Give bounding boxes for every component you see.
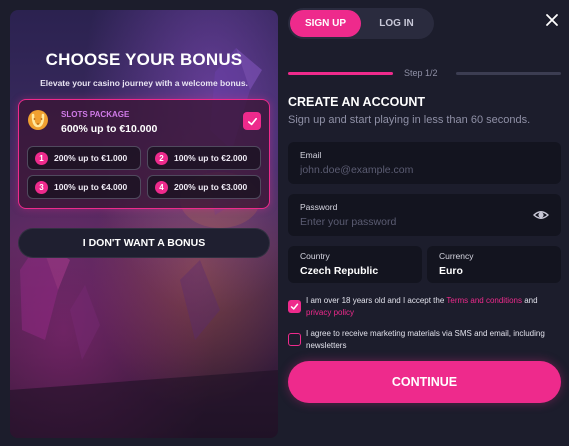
option-number-badge: 4: [155, 180, 168, 194]
age-terms-text-start: I am over 18 years old and I accept the: [306, 296, 447, 305]
currency-label: Currency: [439, 251, 474, 261]
email-input[interactable]: [300, 162, 540, 178]
tab-log-in[interactable]: LOG IN: [361, 10, 432, 37]
bonus-option-3: 3 100% up to €4.000: [27, 175, 141, 199]
option-number-badge: 3: [35, 180, 48, 194]
option-text: 200% up to €3.000: [174, 182, 248, 192]
crystal-background-art: [10, 48, 278, 438]
eye-icon[interactable]: [533, 207, 549, 223]
password-input[interactable]: [300, 214, 520, 230]
password-label: Password: [300, 202, 338, 212]
form-subtitle: Sign up and start playing in less than 6…: [288, 114, 531, 126]
check-icon: [247, 117, 257, 125]
marketing-consent-text: I agree to receive marketing materials v…: [306, 329, 545, 350]
option-text: 100% up to €4.000: [54, 182, 128, 192]
bonus-option-4: 4 200% up to €3.000: [147, 175, 261, 199]
privacy-policy-link[interactable]: privacy policy: [306, 308, 354, 317]
close-icon[interactable]: [545, 13, 559, 27]
bonus-subtitle: Elevate your casino journey with a welco…: [40, 78, 248, 88]
password-field: Password: [288, 194, 561, 236]
option-number-badge: 1: [35, 151, 48, 165]
step-indicator: Step 1/2: [404, 68, 438, 78]
step-progress-complete: [288, 72, 393, 75]
form-title: CREATE AN ACCOUNT: [288, 95, 426, 109]
option-text: 200% up to €1.000: [54, 153, 128, 163]
terms-and-conditions-link[interactable]: Terms and conditions: [446, 296, 522, 305]
auth-tabs: SIGN UP LOG IN: [288, 8, 434, 39]
package-selected-checkbox[interactable]: [243, 112, 261, 130]
bonus-option-2: 2 100% up to €2.000: [147, 146, 261, 170]
slots-package-card[interactable]: SLOTS PACKAGE 600% up to €10.000 1 200% …: [18, 99, 270, 209]
bonus-option-1: 1 200% up to €1.000: [27, 146, 141, 170]
bonus-title: CHOOSE YOUR BONUS: [45, 50, 243, 69]
currency-value: Euro: [439, 265, 463, 277]
check-icon: [290, 303, 299, 310]
age-terms-text: I am over 18 years old and I accept the …: [306, 295, 562, 318]
email-label: Email: [300, 150, 322, 160]
currency-select[interactable]: Currency Euro: [427, 246, 561, 283]
country-value: Czech Republic: [300, 265, 379, 277]
option-text: 100% up to €2.000: [174, 153, 248, 163]
age-terms-checkbox[interactable]: [288, 300, 301, 313]
email-field: Email: [288, 142, 561, 184]
continue-button[interactable]: CONTINUE: [288, 361, 561, 403]
marketing-checkbox[interactable]: [288, 333, 301, 346]
no-bonus-button[interactable]: I DON'T WANT A BONUS: [18, 228, 270, 258]
package-amount: 600% up to €10.000: [61, 123, 158, 135]
country-select[interactable]: Country Czech Republic: [288, 246, 422, 283]
bonus-panel: CHOOSE YOUR BONUS Elevate your casino jo…: [10, 10, 278, 438]
option-number-badge: 2: [155, 151, 168, 165]
package-name: SLOTS PACKAGE: [61, 110, 130, 119]
tab-sign-up[interactable]: SIGN UP: [290, 10, 361, 37]
horseshoe-icon: [28, 110, 48, 130]
step-progress-remaining: [456, 72, 561, 75]
country-label: Country: [300, 251, 330, 261]
age-terms-text-and: and: [521, 296, 538, 305]
